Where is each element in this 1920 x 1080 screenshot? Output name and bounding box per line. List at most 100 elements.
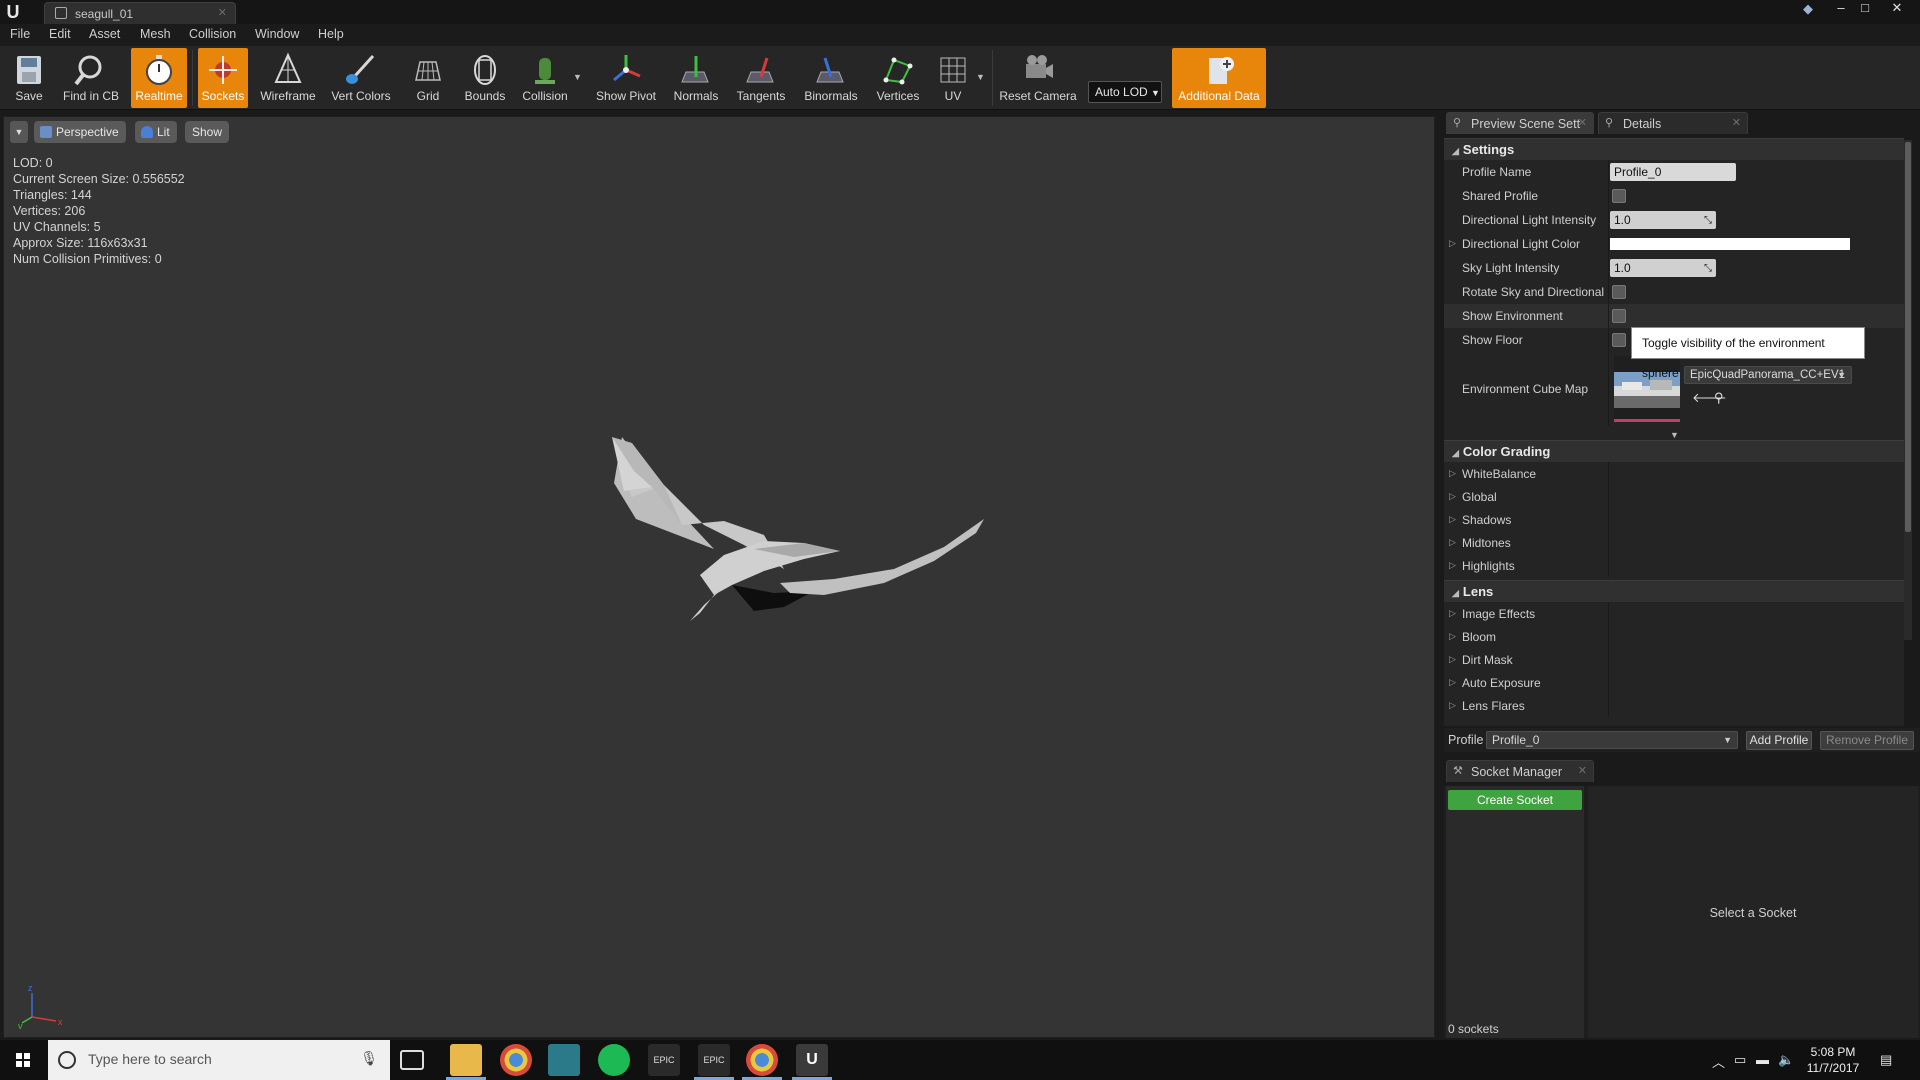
normals-toggle[interactable]: Normals [668, 48, 724, 108]
tab-details[interactable]: ⚲ Details ✕ [1598, 112, 1748, 134]
spotify-icon[interactable] [598, 1044, 630, 1076]
unreal-editor-icon[interactable]: U [796, 1044, 828, 1076]
expand-triangle-icon[interactable]: ▷ [1449, 608, 1456, 619]
uv-toggle[interactable]: UV [932, 48, 974, 108]
perspective-button[interactable]: Perspective [34, 121, 126, 143]
show-button[interactable]: Show [185, 121, 230, 143]
network-icon[interactable]: ▭ [1734, 1052, 1746, 1068]
profile-name-field[interactable]: Profile_0 [1610, 163, 1736, 181]
row-bloom[interactable]: ▷ Bloom [1444, 625, 1904, 648]
show-floor-checkbox[interactable] [1612, 333, 1626, 347]
dir-light-color-swatch[interactable] [1610, 238, 1850, 250]
row-midtones[interactable]: ▷ Midtones [1444, 531, 1904, 554]
microphone-icon[interactable]: 🎙 [360, 1050, 378, 1067]
expand-triangle-icon[interactable]: ▷ [1449, 491, 1456, 502]
uv-dropdown-arrow-icon[interactable]: ▼ [976, 72, 985, 82]
close-tab-icon[interactable]: ✕ [1578, 116, 1587, 129]
tab-preview-scene-settings[interactable]: ⚲ Preview Scene Sett ✕ [1446, 112, 1594, 134]
grid-toggle[interactable]: Grid [404, 48, 452, 108]
auto-lod-dropdown[interactable]: Auto LOD ▼ [1088, 81, 1162, 103]
viewport[interactable]: ▼ Perspective Lit Show LOD: 0 Current Sc… [3, 116, 1435, 1038]
document-tab[interactable]: seagull_01 ✕ [44, 2, 236, 24]
expand-triangle-icon[interactable]: ▷ [1449, 537, 1456, 548]
row-shadows[interactable]: ▷ Shadows [1444, 508, 1904, 531]
socket-list[interactable]: Create Socket 0 sockets [1446, 786, 1584, 1038]
additional-data-button[interactable]: Additional Data [1172, 48, 1266, 108]
close-window-button[interactable]: ✕ [1886, 0, 1908, 18]
dir-light-intensity-field[interactable]: 1.0 ⤡ [1610, 211, 1716, 229]
add-profile-button[interactable]: Add Profile [1746, 731, 1812, 750]
collision-dropdown-arrow-icon[interactable]: ▼ [573, 72, 582, 82]
row-whitebalance[interactable]: ▷ WhiteBalance [1444, 462, 1904, 485]
menu-mesh[interactable]: Mesh [140, 27, 171, 41]
env-cube-map-combo[interactable]: EpicQuadPanorama_CC+EV1 ▼ [1684, 366, 1852, 384]
start-button[interactable] [0, 1040, 46, 1080]
menu-collision[interactable]: Collision [189, 27, 236, 41]
file-explorer-icon[interactable] [450, 1044, 482, 1076]
sockets-toggle[interactable]: Sockets [198, 48, 248, 108]
color-grading-section-header[interactable]: ◢ Color Grading [1444, 440, 1904, 462]
row-auto-exposure[interactable]: ▷ Auto Exposure [1444, 671, 1904, 694]
find-in-cb-button[interactable]: Find in CB [58, 48, 124, 108]
tab-socket-manager[interactable]: ⚒ Socket Manager ✕ [1446, 760, 1594, 782]
menu-window[interactable]: Window [255, 27, 299, 41]
sky-light-intensity-field[interactable]: 1.0 ⤡ [1610, 259, 1716, 277]
chrome-icon[interactable] [500, 1044, 532, 1076]
minimize-button[interactable]: – [1830, 0, 1852, 18]
row-highlights[interactable]: ▷ Highlights [1444, 554, 1904, 577]
epic-launcher-icon[interactable]: EPIC [698, 1044, 730, 1076]
create-socket-button[interactable]: Create Socket [1448, 790, 1582, 810]
details-scrollbar-track[interactable] [1904, 140, 1912, 640]
menu-edit[interactable]: Edit [49, 27, 71, 41]
task-view-icon[interactable] [400, 1050, 424, 1070]
advanced-expand-arrow-icon[interactable]: ▼ [1670, 430, 1679, 440]
vertices-toggle[interactable]: Vertices [870, 48, 926, 108]
expand-triangle-icon[interactable]: ▷ [1449, 654, 1456, 665]
save-button[interactable]: Save [6, 48, 52, 108]
close-tab-icon[interactable]: ✕ [218, 6, 227, 19]
show-environment-checkbox[interactable] [1612, 309, 1626, 323]
menu-file[interactable]: File [10, 27, 30, 41]
action-center-icon[interactable]: ▤ [1880, 1052, 1892, 1068]
lit-button[interactable]: Lit [135, 121, 177, 143]
taskbar-search-box[interactable]: Type here to search 🎙 [48, 1040, 390, 1080]
profile-combo[interactable]: Profile_0 ▼ [1486, 731, 1738, 749]
tangents-toggle[interactable]: Tangents [730, 48, 792, 108]
expand-triangle-icon[interactable]: ▷ [1449, 560, 1456, 571]
collision-toggle[interactable]: Collision [516, 48, 574, 108]
remove-profile-button[interactable]: Remove Profile [1820, 731, 1914, 750]
settings-section-header[interactable]: ◢ Settings [1444, 138, 1904, 160]
expand-triangle-icon[interactable]: ▷ [1449, 514, 1456, 525]
app-icon[interactable] [548, 1044, 580, 1076]
expand-triangle-icon[interactable]: ▷ [1449, 677, 1456, 688]
menu-asset[interactable]: Asset [89, 27, 120, 41]
notification-icon[interactable]: ◆ [1800, 1, 1816, 17]
shared-profile-checkbox[interactable] [1612, 189, 1626, 203]
show-pivot-toggle[interactable]: Show Pivot [590, 48, 662, 108]
expand-triangle-icon[interactable]: ▷ [1449, 238, 1456, 249]
binormals-toggle[interactable]: Binormals [798, 48, 864, 108]
expand-triangle-icon[interactable]: ▷ [1449, 700, 1456, 711]
expand-triangle-icon[interactable]: ▷ [1449, 468, 1456, 479]
maximize-button[interactable]: □ [1854, 0, 1876, 18]
chrome-icon[interactable] [746, 1044, 778, 1076]
realtime-toggle[interactable]: Realtime [131, 48, 187, 108]
epic-launcher-icon[interactable]: EPIC [648, 1044, 680, 1076]
expand-triangle-icon[interactable]: ▷ [1449, 631, 1456, 642]
reset-camera-button[interactable]: Reset Camera [998, 48, 1078, 108]
volume-icon[interactable]: 🔈 [1778, 1052, 1794, 1068]
browse-search-icon[interactable]: ⚲ [1714, 390, 1724, 406]
row-dirt-mask[interactable]: ▷ Dirt Mask [1444, 648, 1904, 671]
vert-colors-toggle[interactable]: Vert Colors [326, 48, 396, 108]
system-clock[interactable]: 5:08 PM 11/7/2017 [1797, 1044, 1869, 1076]
close-tab-icon[interactable]: ✕ [1578, 764, 1587, 777]
wireframe-toggle[interactable]: Wireframe [254, 48, 322, 108]
row-lens-flares[interactable]: ▷ Lens Flares [1444, 694, 1904, 717]
close-tab-icon[interactable]: ✕ [1732, 116, 1741, 129]
details-scrollbar-thumb[interactable] [1905, 142, 1911, 532]
menu-help[interactable]: Help [318, 27, 344, 41]
tray-chevron-icon[interactable]: ︿ [1712, 1052, 1725, 1071]
battery-icon[interactable]: ▬ [1756, 1052, 1769, 1067]
rotate-sky-checkbox[interactable] [1612, 285, 1626, 299]
row-global[interactable]: ▷ Global [1444, 485, 1904, 508]
